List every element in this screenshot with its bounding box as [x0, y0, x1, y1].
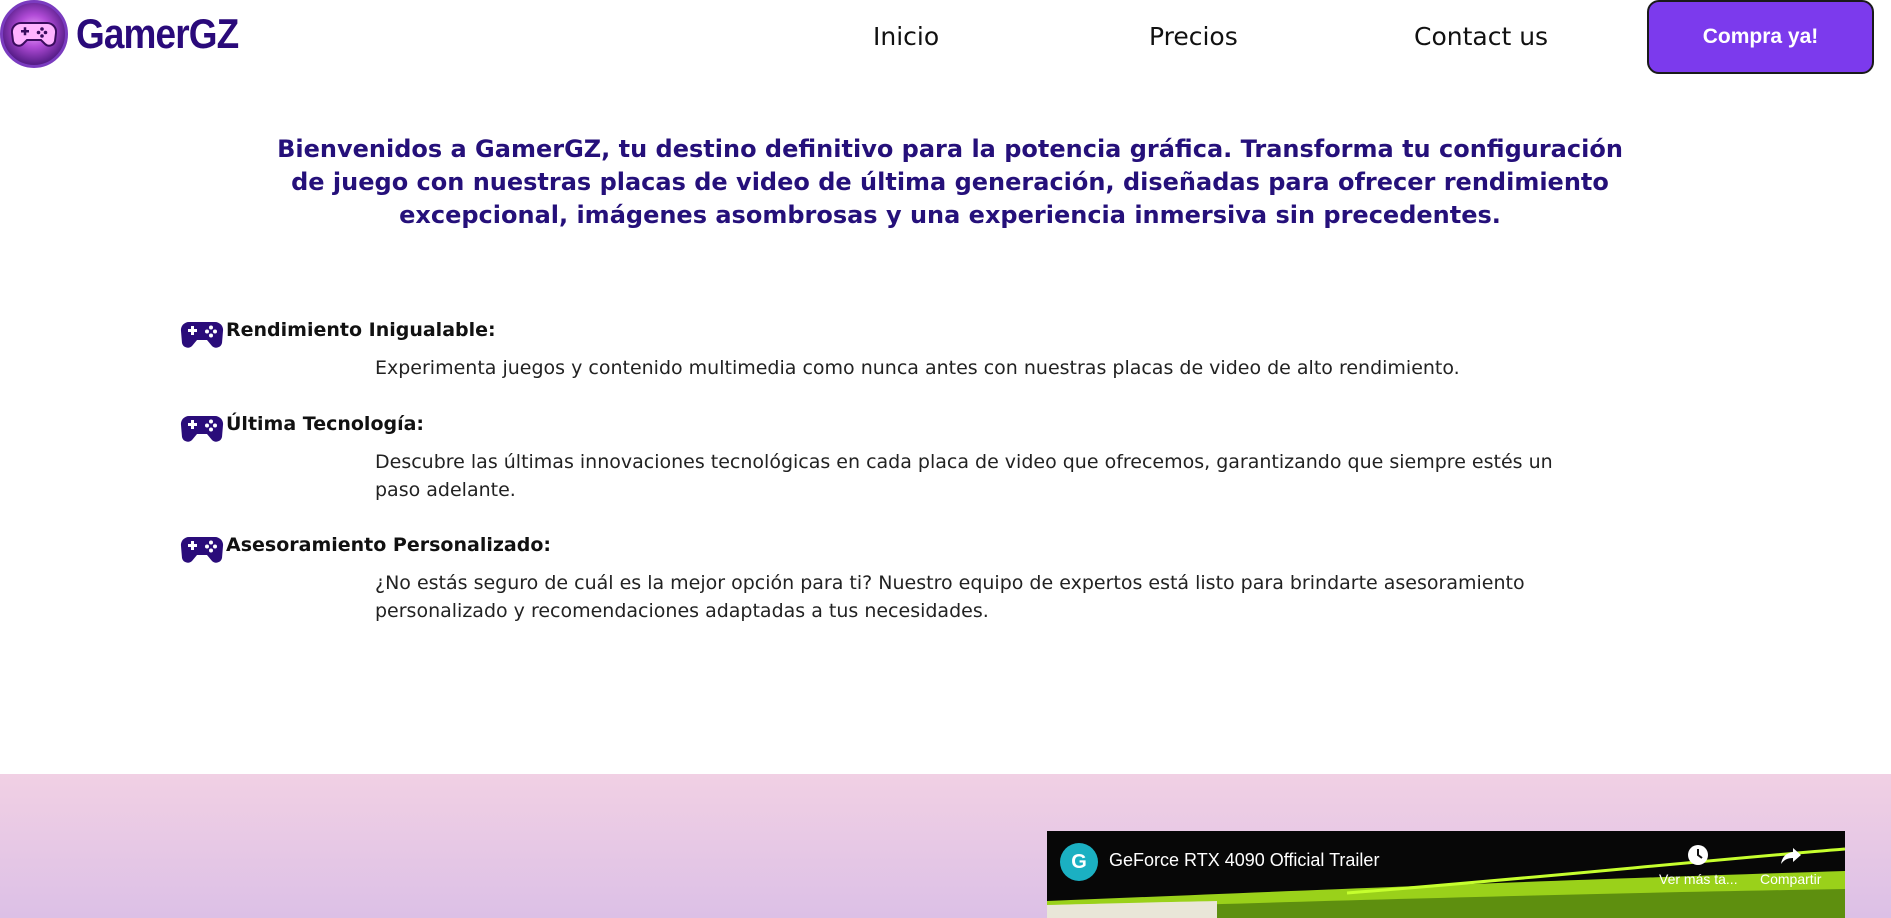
gamepad-icon: [180, 536, 224, 563]
feature-title-text: Última Tecnología:: [226, 413, 425, 435]
feature-description-3: ¿No estás seguro de cuál es la mejor opc…: [375, 572, 1525, 622]
feature-title-text: Rendimiento Inigualable:: [226, 319, 496, 341]
buy-now-button[interactable]: Compra ya!: [1647, 0, 1874, 74]
watch-later-label: Ver más ta...: [1659, 871, 1738, 887]
share-button[interactable]: Compartir: [1760, 843, 1821, 887]
gamepad-icon: [180, 321, 224, 348]
channel-avatar[interactable]: G: [1060, 843, 1098, 881]
share-label: Compartir: [1760, 871, 1822, 887]
feature-description-2: Descubre las últimas innovaciones tecnol…: [375, 451, 1553, 501]
logo-gamepad-icon: [0, 0, 68, 68]
site-header: GamerGZ Inicio Precios Contact us Compra…: [0, 0, 1891, 76]
nav-precios[interactable]: Precios: [1149, 22, 1238, 51]
video-title[interactable]: GeForce RTX 4090 Official Trailer: [1109, 850, 1379, 871]
feature-title-1: Rendimiento Inigualable:: [180, 308, 496, 352]
share-arrow-icon: [1780, 848, 1801, 864]
gamepad-icon: [180, 415, 224, 442]
feature-title-3: Asesoramiento Personalizado:: [180, 523, 551, 567]
clock-icon: [1688, 845, 1709, 865]
feature-title-2: Última Tecnología:: [180, 402, 424, 446]
logo-text: GamerGZ: [76, 10, 239, 57]
nav-contact-us[interactable]: Contact us: [1414, 22, 1548, 51]
logo[interactable]: GamerGZ: [0, 0, 260, 68]
video-embed[interactable]: G GeForce RTX 4090 Official Trailer Ver …: [1047, 831, 1845, 918]
intro-text: Bienvenidos a GamerGZ, tu destino defini…: [277, 135, 1623, 229]
feature-title-text: Asesoramiento Personalizado:: [226, 534, 551, 556]
watch-later-button[interactable]: Ver más ta...: [1659, 843, 1738, 887]
nav-inicio[interactable]: Inicio: [873, 22, 939, 51]
feature-description-1: Experimenta juegos y contenido multimedi…: [375, 357, 1460, 379]
